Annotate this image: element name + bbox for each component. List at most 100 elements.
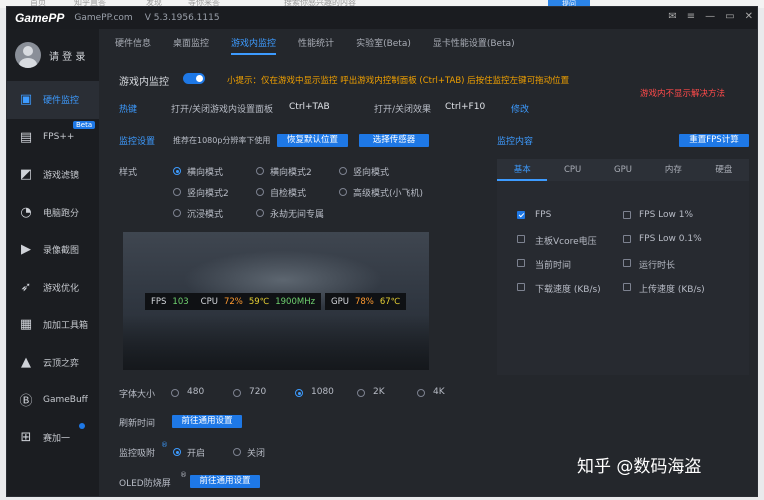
rocket-icon: ➶ — [20, 279, 32, 295]
mtab-gpu[interactable]: GPU — [598, 159, 648, 181]
monitor-content-label: 监控内容 — [497, 137, 534, 147]
style-option-label: 沉浸模式 — [187, 210, 224, 220]
style-label: 样式 — [119, 168, 138, 178]
overlay-fps-cpu: FPS 103 CPU 72% 59℃ 1900MHz — [145, 293, 322, 310]
close-icon[interactable]: ✕ — [745, 11, 753, 22]
recommend-text: 推荐在1080p分辨率下使用 — [173, 136, 271, 145]
modify-hotkey-link[interactable]: 修改 — [511, 102, 529, 115]
snap-info-icon[interactable]: ® — [161, 441, 168, 449]
mtab-basic[interactable]: 基本 — [497, 159, 548, 181]
ingame-title: 游戏内监控 — [119, 77, 169, 88]
style-option-label: 横向模式2 — [270, 168, 312, 178]
checkbox-fps-low1[interactable] — [623, 211, 631, 219]
sidebar-item-optimize[interactable]: ➶ 游戏优化 — [7, 269, 99, 307]
select-sensor-button[interactable]: 选择传感器 — [359, 134, 429, 147]
snap-radio-on[interactable] — [173, 448, 181, 456]
style-radio-vertical2[interactable] — [173, 188, 181, 196]
checkbox-label: 下载速度 (KB/s) — [535, 285, 601, 295]
font-radio-4k[interactable] — [417, 389, 425, 397]
filter-icon: ◩ — [19, 167, 33, 183]
tab-gpu-settings[interactable]: 显卡性能设置(Beta) — [433, 29, 515, 59]
font-radio-480[interactable] — [171, 389, 179, 397]
style-radio-naraka[interactable] — [256, 209, 264, 217]
style-radio-selfcheck[interactable] — [256, 188, 264, 196]
ingame-toggle[interactable] — [183, 73, 205, 84]
restore-icon[interactable]: ▭ — [725, 11, 734, 22]
sidebar-item-benchmark[interactable]: ◔ 电脑跑分 — [7, 194, 99, 232]
style-radio-horizontal2[interactable] — [256, 167, 264, 175]
oled-info-icon[interactable]: ® — [180, 471, 187, 479]
refresh-settings-button[interactable]: 前往通用设置 — [172, 415, 242, 428]
overlay-preview: FPS 103 CPU 72% 59℃ 1900MHz GPU 78% 67℃ — [123, 232, 429, 370]
sidebar-item-fps[interactable]: ▤ FPS++ Beta — [7, 119, 99, 157]
toggle-effect-label: 打开/关闭效果 — [374, 105, 432, 115]
minimize-icon[interactable]: — — [705, 11, 715, 22]
tab-desktop-monitor[interactable]: 桌面监控 — [173, 29, 209, 59]
oled-settings-button[interactable]: 前往通用设置 — [190, 475, 260, 488]
speedometer-icon: ◔ — [20, 204, 32, 220]
font-option-label: 4K — [433, 387, 445, 397]
checkbox-runtime[interactable] — [623, 259, 631, 267]
sidebar-item-record[interactable]: ▶ 录像截图 — [7, 231, 99, 269]
checkbox-download[interactable] — [517, 283, 525, 291]
gamepp-window: GamePP GamePP.com V 5.3.1956.1115 ✉ ≡ — … — [6, 6, 758, 497]
style-radio-immersive[interactable] — [173, 209, 181, 217]
beta-badge: Beta — [73, 120, 96, 129]
sidebar-item-gift[interactable]: ⊞ 赛加一 — [7, 419, 99, 457]
tab-ingame-monitor[interactable]: 游戏内监控 — [231, 29, 277, 59]
font-radio-1080[interactable] — [295, 389, 303, 397]
reset-position-button[interactable]: 恢复默认位置 — [277, 134, 348, 147]
mail-icon[interactable]: ✉ — [668, 11, 676, 22]
app-version: V 5.3.1956.1115 — [144, 13, 220, 23]
style-radio-vertical[interactable] — [339, 167, 347, 175]
checkbox-vcore[interactable] — [517, 235, 525, 243]
font-radio-2k[interactable] — [357, 389, 365, 397]
toggle-panel-key: Ctrl+TAB — [289, 102, 330, 112]
fps-icon: ▤ — [19, 129, 33, 145]
menu-icon[interactable]: ≡ — [687, 11, 695, 22]
font-radio-720[interactable] — [233, 389, 241, 397]
reset-fps-button[interactable]: 重置FPS计算 — [679, 134, 749, 147]
sidebar: 请 登 录 ▣ 硬件监控 ▤ FPS++ Beta ◩ 游戏滤镜 ◔ 电脑跑分 ▶ 录像截图… — [7, 29, 99, 496]
avatar — [15, 42, 41, 68]
style-radio-horizontal[interactable] — [173, 167, 181, 175]
sidebar-item-gamebuff[interactable]: Ⓑ GameBuff — [7, 381, 99, 419]
style-option-label: 永劫无间专属 — [270, 210, 325, 220]
mtab-memory[interactable]: 内存 — [648, 159, 698, 181]
gamebuff-icon: Ⓑ — [19, 394, 33, 410]
tab-lab[interactable]: 实验室(Beta) — [356, 29, 411, 59]
mtab-disk[interactable]: 硬盘 — [699, 159, 749, 181]
user-login[interactable]: 请 登 录 — [7, 29, 99, 81]
checkbox-label: FPS — [535, 210, 552, 220]
monitor-content-panel: 基本 CPU GPU 内存 硬盘 FPS 主板Vcore电压 当前时间 下载速度… — [497, 159, 749, 375]
sidebar-item-toolbox[interactable]: ▦ 加加工具箱 — [7, 306, 99, 344]
tab-performance-stats[interactable]: 性能统计 — [298, 29, 334, 59]
style-radio-advanced[interactable] — [339, 188, 347, 196]
sidebar-item-filter[interactable]: ◩ 游戏滤镜 — [7, 156, 99, 194]
sidebar-item-hardware-monitor[interactable]: ▣ 硬件监控 — [7, 81, 99, 119]
checkbox-fps-low01[interactable] — [623, 235, 631, 243]
tab-hardware-info[interactable]: 硬件信息 — [115, 29, 151, 59]
refresh-label: 刷新时间 — [119, 419, 156, 429]
titlebar: GamePP GamePP.com V 5.3.1956.1115 ✉ ≡ — … — [7, 7, 757, 29]
login-label: 请 登 录 — [49, 51, 86, 63]
checkbox-label: 运行时长 — [639, 261, 676, 271]
style-option-label: 竖向模式 — [353, 168, 390, 178]
not-shown-link[interactable]: 游戏内不显示解决方法 — [640, 87, 725, 99]
hotkey-label: 热键 — [119, 105, 138, 115]
mtab-cpu[interactable]: CPU — [547, 159, 597, 181]
checkbox-time[interactable] — [517, 259, 525, 267]
checkbox-fps[interactable] — [517, 211, 525, 219]
sidebar-item-tft[interactable]: ▲ 云顶之弈 — [7, 344, 99, 382]
checkbox-label: 主板Vcore电压 — [535, 237, 597, 247]
style-option-label: 横向模式 — [187, 168, 224, 178]
camera-icon: ▶ — [21, 242, 31, 258]
monitor-settings-label: 监控设置 — [119, 137, 156, 147]
style-option-label: 高级模式(小飞机) — [353, 189, 424, 199]
style-option-label: 竖向模式2 — [187, 189, 229, 199]
font-option-label: 2K — [373, 387, 385, 397]
font-option-label: 480 — [187, 387, 205, 397]
font-option-label: 1080 — [311, 387, 334, 397]
snap-radio-off[interactable] — [233, 448, 241, 456]
checkbox-upload[interactable] — [623, 283, 631, 291]
